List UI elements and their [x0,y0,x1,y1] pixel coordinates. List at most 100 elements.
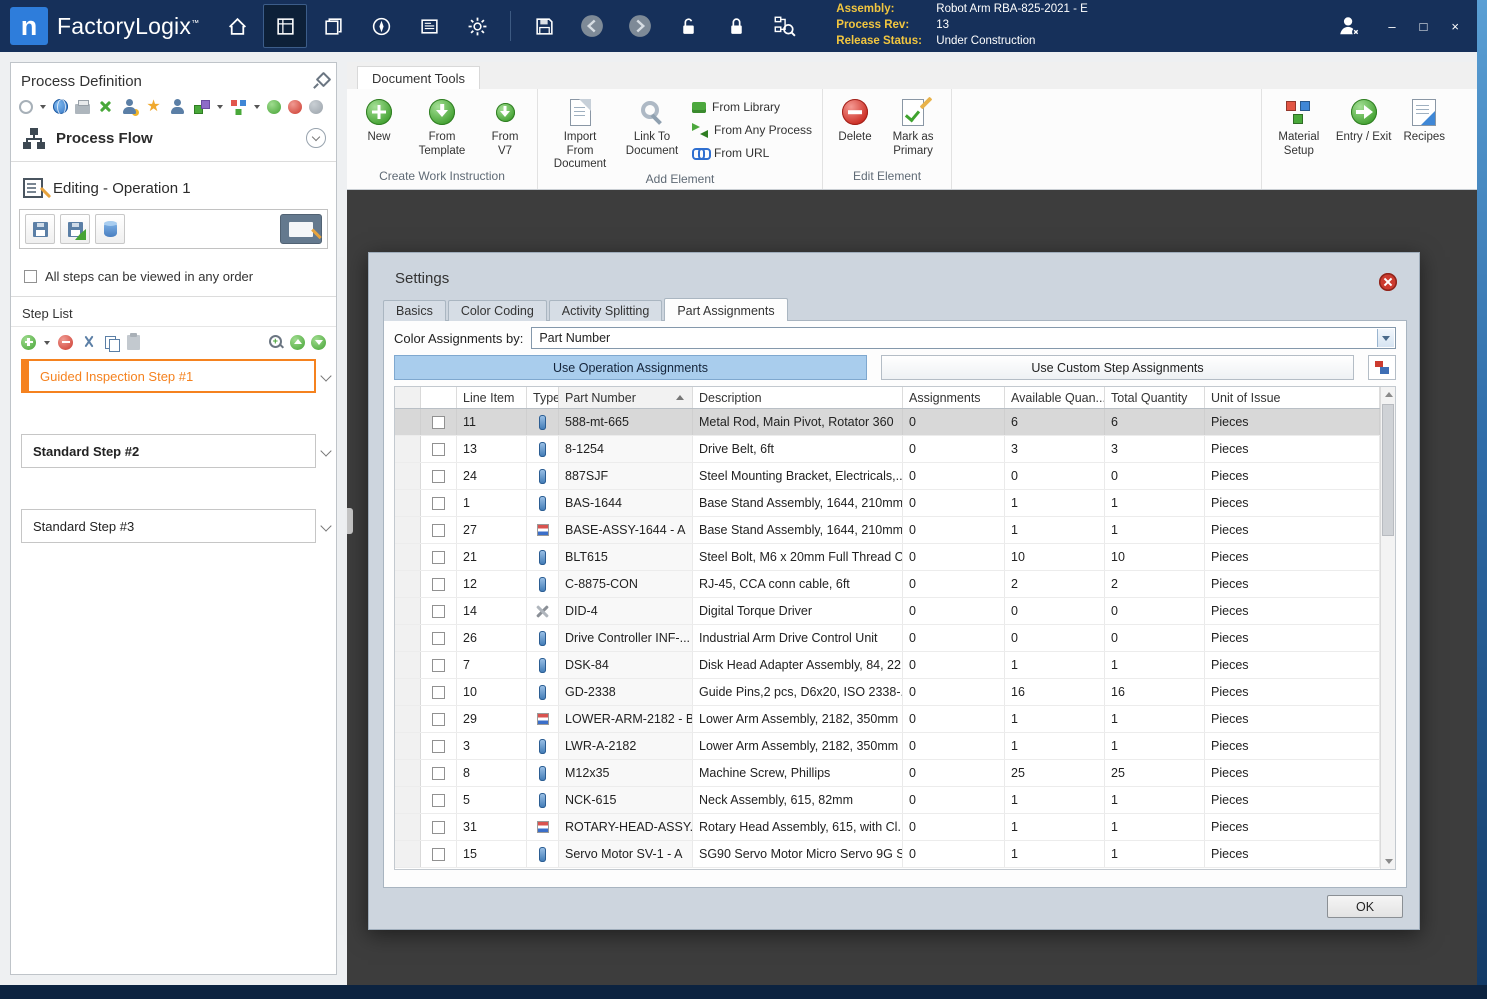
row-checkbox[interactable] [432,658,445,672]
database-button[interactable] [95,214,125,244]
print-icon[interactable] [75,99,90,114]
assignment-color-button[interactable] [1368,355,1396,380]
color-assignments-dropdown[interactable]: Part Number [531,327,1396,349]
table-row[interactable]: 31 ROTARY-HEAD-ASSY... Rotary Head Assem… [395,814,1380,841]
recipes-button[interactable]: Recipes [1401,94,1447,145]
row-checkbox[interactable] [432,739,445,753]
step-expand-chevron-icon[interactable] [320,520,332,532]
inactive-icon[interactable] [309,100,323,114]
save-operation-button[interactable] [25,214,55,244]
step-expand-chevron-icon[interactable] [320,445,332,457]
lock-button[interactable] [714,4,758,48]
user-permissions-icon[interactable] [121,98,139,116]
table-row[interactable]: 8 M12x35 Machine Screw, Phillips 0 25 25… [395,760,1380,787]
table-row[interactable]: 7 DSK-84 Disk Head Adapter Assembly, 84,… [395,652,1380,679]
row-checkbox[interactable] [432,685,445,699]
import-from-document-button[interactable]: Import From Document [548,94,612,172]
close-dialog-button[interactable] [1379,273,1397,291]
save-button[interactable] [522,4,566,48]
table-row[interactable]: 3 LWR-A-2182 Lower Arm Assembly, 2182, 3… [395,733,1380,760]
process-tree-icon[interactable] [230,98,247,115]
start-icon[interactable] [267,100,281,114]
forward-button[interactable] [618,4,662,48]
process-flow-row[interactable]: Process Flow [23,123,326,153]
table-row[interactable]: 24 887SJF Steel Mounting Bracket, Electr… [395,463,1380,490]
scroll-up-icon[interactable] [1381,387,1395,402]
table-row[interactable]: 26 Drive Controller INF-... Industrial A… [395,625,1380,652]
globe-icon[interactable] [53,99,68,115]
move-step-down-icon[interactable] [311,334,326,350]
row-checkbox[interactable] [432,523,445,537]
add-step-dropdown-icon[interactable] [44,340,50,348]
back-button[interactable] [570,4,614,48]
header-total-quantity[interactable]: Total Quantity [1105,387,1205,408]
step-standard-3[interactable]: Standard Step #3 [21,509,316,543]
system-settings-button[interactable] [455,4,499,48]
header-unit-of-issue[interactable]: Unit of Issue [1205,387,1380,408]
header-description[interactable]: Description [693,387,903,408]
quality-star-icon[interactable]: ★ [145,98,162,115]
paste-icon[interactable] [127,333,140,350]
new-document-button[interactable]: New [357,94,401,145]
remove-step-icon[interactable] [58,334,73,350]
link-to-document-button[interactable]: Link To Document [620,94,684,158]
header-checkbox[interactable] [421,387,457,408]
navigator-button[interactable] [359,4,403,48]
from-template-button[interactable]: From Template [409,94,475,158]
step-standard-2[interactable]: Standard Step #2 [21,434,316,468]
row-checkbox[interactable] [432,631,445,645]
table-row[interactable]: 14 DID-4 Digital Torque Driver 0 0 0 Pie… [395,598,1380,625]
header-line-item[interactable]: Line Item [457,387,527,408]
header-assignments[interactable]: Assignments [903,387,1005,408]
row-checkbox[interactable] [432,550,445,564]
use-custom-step-assignments-button[interactable]: Use Custom Step Assignments [881,355,1354,380]
header-part-number[interactable]: Part Number [559,387,693,408]
process-search-button[interactable] [762,4,806,48]
tab-part-assignments[interactable]: Part Assignments [664,298,788,321]
mark-as-primary-button[interactable]: Mark as Primary [885,94,941,158]
resources-dropdown-icon[interactable] [217,104,223,112]
pin-icon[interactable] [312,73,328,89]
table-row[interactable]: 1 BAS-1644 Base Stand Assembly, 1644, 21… [395,490,1380,517]
from-v7-button[interactable]: From V7 [483,94,527,158]
table-row[interactable]: 10 GD-2338 Guide Pins,2 pcs, D6x20, ISO … [395,679,1380,706]
material-setup-button[interactable]: Material Setup [1272,94,1326,158]
table-row[interactable]: 11 588-mt-665 Metal Rod, Main Pivot, Rot… [395,409,1380,436]
row-checkbox[interactable] [432,442,445,456]
delete-element-button[interactable]: Delete [833,94,877,145]
tab-color-coding[interactable]: Color Coding [447,300,547,321]
collapse-button[interactable] [306,128,326,148]
panel-splitter-handle[interactable] [347,508,353,534]
unlock-button[interactable] [666,4,710,48]
from-library-button[interactable]: From Library [692,97,812,117]
scroll-down-icon[interactable] [1381,854,1395,869]
tab-document-tools[interactable]: Document Tools [357,66,480,89]
use-operation-assignments-button[interactable]: Use Operation Assignments [394,355,867,380]
undo-dropdown-icon[interactable] [40,104,46,112]
row-checkbox[interactable] [432,766,445,780]
table-row[interactable]: 5 NCK-615 Neck Assembly, 615, 82mm 0 1 1… [395,787,1380,814]
ok-button[interactable]: OK [1327,895,1403,918]
stop-icon[interactable] [288,100,302,114]
from-url-button[interactable]: From URL [692,143,812,163]
row-checkbox[interactable] [432,496,445,510]
view-order-checkbox[interactable] [24,270,37,283]
entry-exit-button[interactable]: Entry / Exit [1334,94,1394,145]
process-tree-dropdown-icon[interactable] [254,104,260,112]
process-activities-button[interactable] [311,4,355,48]
zoom-step-icon[interactable]: + [268,334,284,350]
row-checkbox[interactable] [432,820,445,834]
scrollbar-thumb[interactable] [1382,404,1394,536]
home-button[interactable] [215,4,259,48]
step-guided-inspection-1[interactable]: Guided Inspection Step #1 [21,359,316,393]
undo-icon[interactable] [19,100,33,114]
header-type[interactable]: Type [527,387,559,408]
edit-work-instructions-button[interactable] [280,214,322,244]
table-row[interactable]: 12 C-8875-CON RJ-45, CCA conn cable, 6ft… [395,571,1380,598]
row-checkbox[interactable] [432,847,445,861]
assign-parts-icon[interactable] [97,98,114,115]
dropdown-arrow-icon[interactable] [1377,329,1394,347]
document-library-button[interactable] [407,4,451,48]
header-available-quantity[interactable]: Available Quan... [1005,387,1105,408]
table-row[interactable]: 15 Servo Motor SV-1 - A SG90 Servo Motor… [395,841,1380,868]
